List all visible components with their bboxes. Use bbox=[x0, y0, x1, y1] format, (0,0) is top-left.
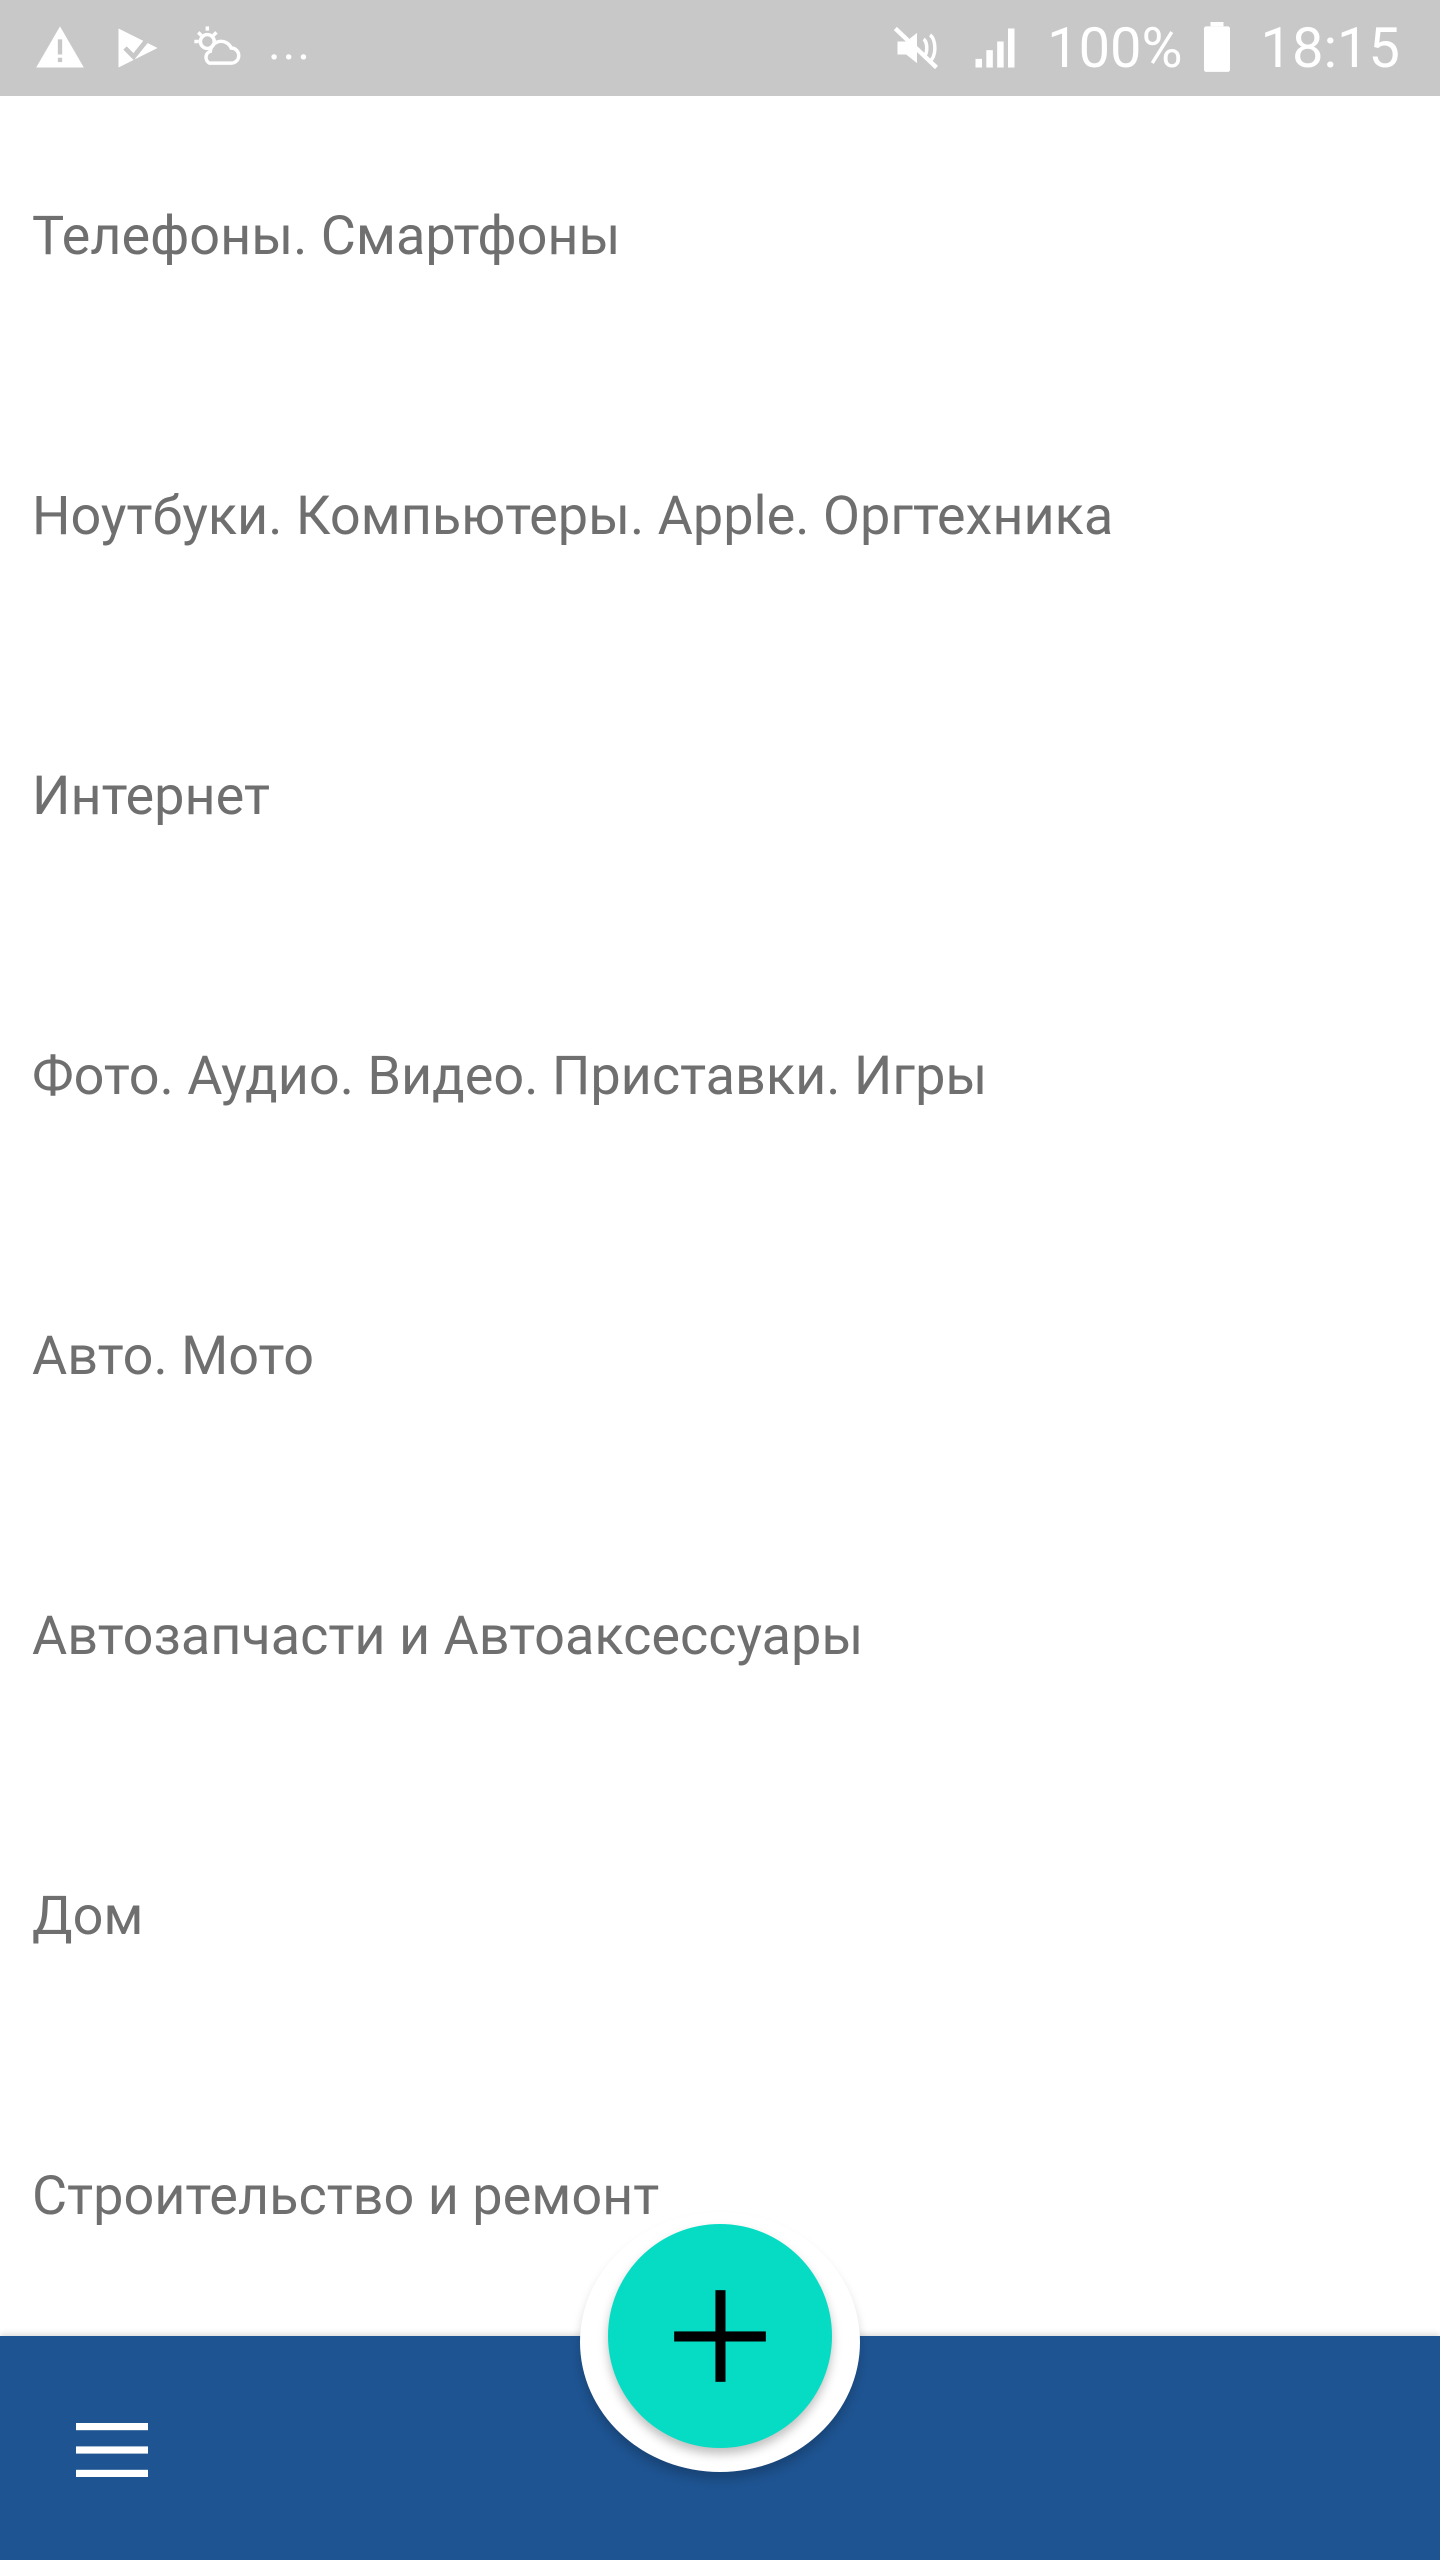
list-item[interactable]: Интернет bbox=[0, 656, 1440, 936]
status-bar: ... 100% 18:15 bbox=[0, 0, 1440, 96]
category-list: Телефоны. Смартфоны Ноутбуки. Компьютеры… bbox=[0, 96, 1440, 2336]
weather-icon bbox=[190, 22, 242, 74]
battery-percent: 100% bbox=[1047, 15, 1183, 81]
mute-vibrate-icon bbox=[891, 22, 943, 74]
hamburger-menu-icon bbox=[76, 2423, 148, 2477]
signal-icon bbox=[969, 22, 1021, 74]
list-item[interactable]: Телефоны. Смартфоны bbox=[0, 96, 1440, 376]
status-bar-right: 100% 18:15 bbox=[891, 20, 1400, 76]
add-button[interactable] bbox=[608, 2224, 832, 2448]
menu-button[interactable] bbox=[60, 2410, 164, 2490]
list-item[interactable]: Автозапчасти и Автоаксессуары bbox=[0, 1496, 1440, 1776]
plus-icon bbox=[674, 2290, 766, 2382]
checkmark-flag-icon bbox=[112, 22, 164, 74]
warning-icon bbox=[34, 22, 86, 74]
battery-icon bbox=[1199, 22, 1235, 74]
status-time: 18:15 bbox=[1260, 15, 1400, 81]
list-item[interactable]: Ноутбуки. Компьютеры. Apple. Оргтехника bbox=[0, 376, 1440, 656]
list-item[interactable]: Фото. Аудио. Видео. Приставки. Игры bbox=[0, 936, 1440, 1216]
list-item[interactable]: Авто. Мото bbox=[0, 1216, 1440, 1496]
overflow-dots: ... bbox=[268, 14, 312, 71]
status-bar-left: ... bbox=[34, 14, 312, 74]
list-item[interactable]: Дом bbox=[0, 1776, 1440, 2056]
